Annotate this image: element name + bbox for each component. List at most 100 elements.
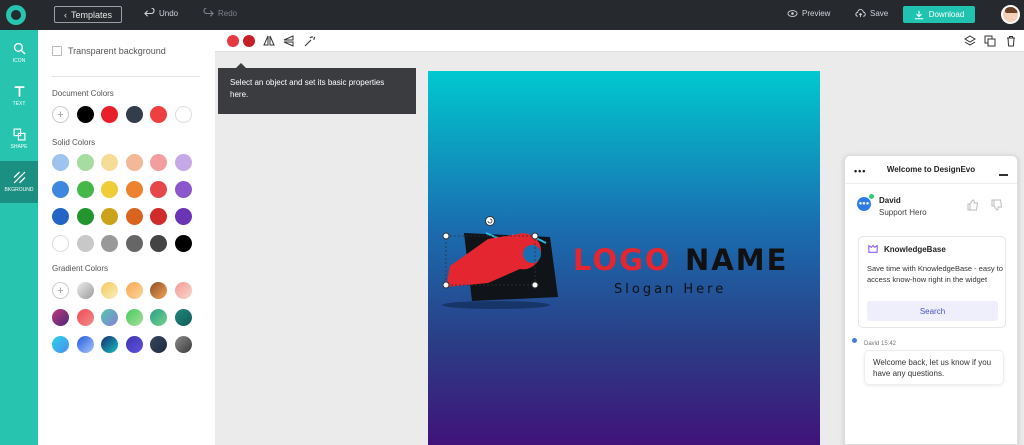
gradient-color-swatch[interactable] <box>174 282 192 299</box>
selection-handle[interactable] <box>531 232 539 240</box>
document-color-swatch[interactable] <box>76 106 94 123</box>
document-color-swatch[interactable] <box>174 106 192 123</box>
solid-color-swatch[interactable] <box>52 235 69 252</box>
solid-color-swatch[interactable] <box>101 235 118 252</box>
document-color-swatch[interactable] <box>101 106 118 123</box>
thumbs-down-icon[interactable] <box>991 199 1003 211</box>
solid-color-swatch[interactable] <box>101 181 118 198</box>
solid-color-swatch[interactable] <box>150 235 167 252</box>
solid-color-swatch[interactable] <box>52 154 69 171</box>
user-avatar[interactable] <box>1001 5 1020 24</box>
rail-item-label: SHAPE <box>10 144 28 150</box>
agent-role: Support Hero <box>879 208 927 217</box>
download-button[interactable]: Download <box>903 6 975 23</box>
solid-color-swatch[interactable] <box>174 235 192 252</box>
knowledgebase-icon <box>868 244 878 253</box>
trash-icon[interactable] <box>1005 35 1017 47</box>
background-icon <box>13 171 25 184</box>
plus-icon: + <box>57 108 64 121</box>
transparent-background-toggle[interactable]: Transparent background <box>52 46 166 56</box>
gradient-color-swatch[interactable] <box>52 336 69 353</box>
solid-color-swatch[interactable] <box>174 208 192 225</box>
solid-color-swatch[interactable] <box>174 181 192 198</box>
layers-icon[interactable] <box>964 35 976 47</box>
solid-color-swatch[interactable] <box>76 235 94 252</box>
background-panel: Transparent background Document Colors +… <box>38 30 215 445</box>
document-colors-title: Document Colors <box>52 89 114 98</box>
thumbs-up-icon[interactable] <box>967 199 979 211</box>
document-color-swatch[interactable] <box>125 106 143 123</box>
solid-color-swatch[interactable] <box>52 208 69 225</box>
solid-color-swatch[interactable] <box>150 181 167 198</box>
solid-color-swatch[interactable] <box>101 154 118 171</box>
magic-wand-icon[interactable] <box>304 35 316 47</box>
gradient-color-swatch[interactable] <box>150 336 167 353</box>
rail-item-shape[interactable]: SHAPE <box>0 118 38 160</box>
gradient-color-swatch[interactable] <box>174 309 192 326</box>
selection-handle[interactable] <box>442 281 450 289</box>
solid-color-swatch[interactable] <box>101 208 118 225</box>
solid-color-swatch[interactable] <box>150 154 167 171</box>
knowledgebase-search-button[interactable]: Search <box>867 301 998 321</box>
selection-handle[interactable] <box>442 232 450 240</box>
solid-color-swatch[interactable] <box>76 208 94 225</box>
redo-button[interactable]: Redo <box>203 8 237 19</box>
duplicate-icon[interactable] <box>984 35 996 47</box>
gradient-color-swatch[interactable] <box>101 282 118 299</box>
logo-name-part2[interactable]: NAME <box>685 243 788 277</box>
preview-button[interactable]: Preview <box>787 8 830 19</box>
message-bubble: Welcome back, let us know if you have an… <box>864 350 1004 385</box>
gradient-color-swatch[interactable] <box>150 309 167 326</box>
solid-color-swatch[interactable] <box>76 181 94 198</box>
selection-handle[interactable] <box>531 281 539 289</box>
transparent-checkbox[interactable] <box>52 46 62 56</box>
gradient-color-swatch[interactable] <box>76 309 94 326</box>
designevo-logo[interactable] <box>6 5 26 25</box>
gradient-color-swatch[interactable] <box>125 282 143 299</box>
eye-icon <box>787 10 798 17</box>
document-color-swatch[interactable] <box>150 106 167 123</box>
solid-color-swatch[interactable] <box>125 154 143 171</box>
gradient-color-swatch[interactable] <box>52 309 69 326</box>
gradient-color-swatch[interactable] <box>125 309 143 326</box>
rotate-handle[interactable] <box>485 216 495 226</box>
rail-item-text[interactable]: TEXT <box>0 75 38 117</box>
agent-name: David <box>879 196 901 205</box>
flip-horizontal-icon[interactable] <box>263 35 275 47</box>
logo-slogan[interactable]: Slogan Here <box>614 282 726 297</box>
properties-tooltip: Select an object and set its basic prope… <box>218 63 416 114</box>
add-color-button[interactable]: + <box>52 106 69 123</box>
minimize-icon[interactable] <box>999 174 1008 176</box>
solid-color-swatch[interactable] <box>125 235 143 252</box>
rail-item-icon[interactable]: ICON <box>0 32 38 74</box>
solid-color-swatch[interactable] <box>125 181 143 198</box>
rail-item-background[interactable]: BKGROUND <box>0 161 38 203</box>
undo-button[interactable]: Undo <box>144 8 178 19</box>
logo-name-part1[interactable]: LOGO <box>573 243 672 277</box>
cloud-upload-icon <box>855 9 866 18</box>
solid-color-swatch[interactable] <box>174 154 192 171</box>
solid-color-swatch[interactable] <box>76 154 94 171</box>
add-gradient-button[interactable]: + <box>52 282 69 299</box>
solid-color-swatch[interactable] <box>125 208 143 225</box>
plus-icon: + <box>57 284 64 297</box>
flip-vertical-icon[interactable] <box>283 35 295 47</box>
gradient-color-swatch[interactable] <box>76 336 94 353</box>
fill-color-1-button[interactable] <box>227 35 239 47</box>
gradient-color-swatch[interactable] <box>150 282 167 299</box>
chevron-left-icon: ‹ <box>63 9 67 20</box>
gradient-color-swatch[interactable] <box>125 336 143 353</box>
gradient-color-swatch[interactable] <box>101 309 118 326</box>
gradient-color-swatch[interactable] <box>76 282 94 299</box>
fill-color-2-button[interactable] <box>243 35 255 47</box>
logo-artwork[interactable]: LOGO NAME Slogan Here <box>428 71 820 445</box>
solid-color-swatch[interactable] <box>150 208 167 225</box>
templates-button[interactable]: ‹ Templates <box>54 6 122 23</box>
gradient-color-swatch[interactable] <box>174 336 192 353</box>
design-canvas[interactable]: LOGO NAME Slogan Here <box>428 71 820 445</box>
text-icon <box>14 86 24 97</box>
more-options-icon[interactable]: ••• <box>854 166 866 176</box>
solid-color-swatch[interactable] <box>52 181 69 198</box>
save-button[interactable]: Save <box>855 8 888 19</box>
gradient-color-swatch[interactable] <box>101 336 118 353</box>
